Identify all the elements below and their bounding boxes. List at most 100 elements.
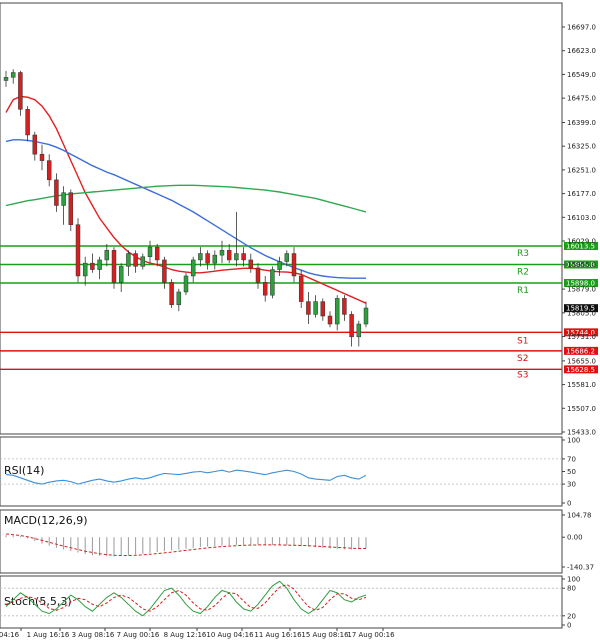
candle-body xyxy=(169,282,174,306)
price-tick-label: 16029.0 xyxy=(567,238,596,246)
candle-body xyxy=(147,246,153,257)
candle-body xyxy=(306,301,311,315)
candle-body xyxy=(39,153,45,161)
candle-body xyxy=(241,253,246,261)
candle-body xyxy=(61,192,66,206)
time-tick-label: 1 Aug 16:16 xyxy=(27,631,70,639)
candle-body xyxy=(320,301,326,317)
candle-body xyxy=(154,246,160,261)
rsi-tick-label: 70 xyxy=(567,455,576,463)
macd-tick-label: 0.00 xyxy=(567,534,583,542)
time-tick-label: 7 Aug 00:16 xyxy=(117,631,160,639)
candle-body xyxy=(18,72,23,110)
rsi-tick-label: 0 xyxy=(567,500,571,508)
candle-body xyxy=(90,262,95,270)
resistance-label: R3 xyxy=(517,249,529,259)
candle-body xyxy=(75,224,81,277)
stoch-tick-label: 80 xyxy=(567,585,576,593)
rsi-tick-label: 100 xyxy=(567,437,580,445)
candle-body xyxy=(133,253,138,267)
macd-tick-label: 104.78 xyxy=(567,512,592,520)
price-axis: 16697.0 16623.0 16549.0 16475.0 16399.0 16325… xyxy=(562,24,598,437)
candle-body xyxy=(46,160,52,181)
price-tick-label: 16177.0 xyxy=(567,190,596,198)
candle-body xyxy=(162,259,167,283)
candle-body xyxy=(97,259,102,270)
candle-body xyxy=(212,254,218,264)
moving-average-lines xyxy=(5,95,367,304)
time-tick-label: 17 Aug 00:16 xyxy=(347,631,395,639)
candle-body xyxy=(3,77,9,81)
price-tick-label: 16251.0 xyxy=(567,166,596,174)
candle-body xyxy=(140,256,146,267)
candle-body xyxy=(255,267,261,283)
rsi-line xyxy=(5,469,367,485)
resistance-label: R1 xyxy=(517,286,529,296)
macd-label: MACD(12,26,9) xyxy=(4,514,88,527)
time-tick-label: 04:16 xyxy=(0,631,20,639)
price-tick-label: 15655.0 xyxy=(567,357,596,365)
support-label: S2 xyxy=(517,354,528,364)
candle-body xyxy=(205,253,210,264)
macd-panel: MACD(12,26,9) 104.78 0.00 -140.37 xyxy=(4,512,594,572)
candle-body xyxy=(248,259,254,269)
candle-body xyxy=(198,253,203,261)
candle-body xyxy=(82,262,88,277)
rsi-tick-label: 50 xyxy=(567,468,576,476)
candle-body xyxy=(111,250,117,283)
time-tick-label: 3 Aug 08:16 xyxy=(72,631,115,639)
price-tick-label: 15731.0 xyxy=(567,333,596,341)
time-tick-label: 11 Aug 16:16 xyxy=(254,631,302,639)
candle-body xyxy=(284,253,290,262)
candle-body xyxy=(291,253,297,277)
candle-body xyxy=(363,307,369,325)
candle-body xyxy=(118,266,124,283)
price-tick-label: 16549.0 xyxy=(567,71,596,79)
time-tick-label: 10 Aug 04:16 xyxy=(206,631,254,639)
moving-average-line xyxy=(5,139,366,279)
stoch-panel: Stoch(5,5,3) 10080 20 0 xyxy=(0,576,580,630)
stoch-tick-label: 20 xyxy=(567,612,576,620)
candle-body xyxy=(68,192,74,225)
time-tick-label: 15 Aug 08:16 xyxy=(301,631,349,639)
macd-tick-label: -140.37 xyxy=(567,564,594,572)
price-tick-label: 15433.0 xyxy=(567,429,596,437)
support-label: S3 xyxy=(517,370,528,380)
rsi-tick-label: 30 xyxy=(567,481,576,489)
candle-body xyxy=(183,275,189,293)
candle-body xyxy=(190,259,196,277)
stoch-tick-label: 0 xyxy=(567,622,571,630)
stoch-label: Stoch(5,5,3) xyxy=(4,595,72,608)
candle-body xyxy=(219,250,225,256)
candle-body xyxy=(25,109,30,136)
candle-body xyxy=(234,253,239,261)
candle-body xyxy=(226,250,232,261)
candle-body xyxy=(262,282,268,296)
current-price-text: 15819.5 xyxy=(566,305,595,313)
support-resistance-lines: R316013.5R215955.8R115898.0S115744.0S215… xyxy=(0,242,598,380)
candle-body xyxy=(270,269,275,296)
candle-body xyxy=(313,301,318,315)
candle-body xyxy=(32,134,38,155)
support-label: S1 xyxy=(517,336,528,346)
price-tick-label: 16475.0 xyxy=(567,95,596,103)
candle-body xyxy=(176,291,182,306)
support-price-text: 15686.2 xyxy=(566,347,595,355)
price-tick-label: 15507.0 xyxy=(567,405,596,413)
candle-body xyxy=(349,314,354,338)
candle-body xyxy=(104,250,110,261)
candle-body xyxy=(327,315,333,325)
candle-body xyxy=(126,253,131,267)
time-tick-label: 8 Aug 12:16 xyxy=(164,631,207,639)
price-tick-label: 16325.0 xyxy=(567,143,596,151)
price-tick-label: 15879.0 xyxy=(567,286,596,294)
price-tick-label: 16399.0 xyxy=(567,119,596,127)
candle-body xyxy=(298,275,304,302)
stoch-panel-frame xyxy=(0,575,563,629)
candle-body xyxy=(10,72,16,78)
price-tick-label: 15955.0 xyxy=(567,261,596,269)
price-tick-label: 16697.0 xyxy=(567,24,596,32)
price-tick-label: 16103.0 xyxy=(567,214,596,222)
resistance-label: R2 xyxy=(517,267,529,277)
candle-body xyxy=(334,298,340,325)
